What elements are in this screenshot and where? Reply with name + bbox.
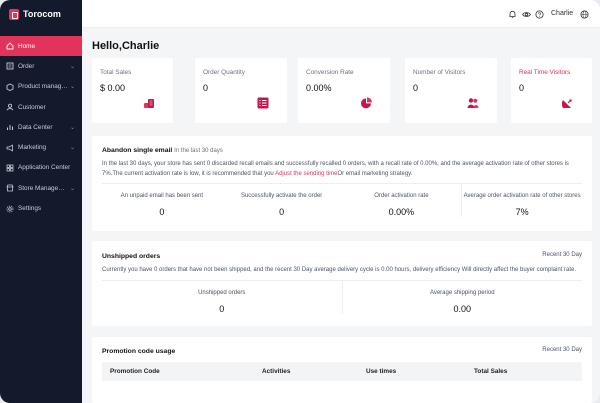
sidebar-item-label: Store Managem... (18, 184, 68, 192)
sidebar-item-label: Home (18, 42, 36, 50)
data-center-icon (6, 123, 14, 131)
home-icon (6, 42, 14, 50)
column-header-total-sales: Total Sales (474, 368, 508, 375)
satellite-icon (561, 97, 574, 109)
chevron-down-icon: ⌄ (70, 185, 76, 192)
sidebar-item-label: Customer (18, 103, 46, 111)
metric-average-activation-rate: Average order activation rate of other s… (461, 184, 582, 217)
sidebar-item-settings[interactable]: Settings (0, 198, 82, 218)
recent-period-label: Recent 30 Day (542, 252, 582, 258)
adjust-sending-time-link[interactable]: Adjust the sending time (275, 171, 337, 177)
metric-unshipped-orders: Unshipped orders 0 (198, 290, 246, 314)
sidebar-item-home[interactable]: Home (0, 36, 82, 57)
stat-value: 0 (519, 83, 525, 93)
promotion-code-section: Promotion code usage Recent 30 Day Promo… (92, 337, 592, 403)
sidebar-item-data-center[interactable]: Data Center ⌄ (0, 117, 82, 137)
abandon-email-section: Abandon single email In the last 30 days… (92, 136, 592, 231)
sidebar-menu: Home Order ⌄ Product manage... ⌄ Custome… (0, 36, 82, 219)
chevron-down-icon: ⌄ (70, 124, 76, 131)
help-icon[interactable] (535, 10, 544, 19)
stat-label: Real Time Visitors (519, 69, 571, 76)
metric-order-activation-rate: Order activation rate 0.00% (374, 193, 429, 217)
product-icon (6, 83, 14, 91)
settings-icon (6, 205, 14, 213)
list-icon (257, 97, 269, 109)
section-title: Abandon single email In the last 30 days (102, 147, 223, 154)
visitors-icon (467, 97, 479, 109)
sidebar: Torocom Home Order ⌄ Product manage... ⌄… (0, 0, 82, 403)
top-bar: Charlie (82, 0, 600, 28)
sidebar-item-store-management[interactable]: Store Managem... ⌄ (0, 178, 82, 198)
application-icon (6, 164, 14, 172)
section-subtitle: In the last 30 days (174, 148, 223, 154)
chevron-down-icon: ⌄ (70, 84, 76, 91)
metric-activated-orders: Successfully activate the order 0 (240, 193, 323, 217)
sidebar-item-application-center[interactable]: Application Center (0, 158, 82, 178)
stat-label: Order Quantity (203, 69, 245, 76)
stat-card-total-sales[interactable]: Total Sales $ 0.00 (92, 58, 173, 123)
order-icon (6, 62, 14, 70)
sidebar-item-label: Application Center (18, 164, 71, 172)
section-title: Promotion code usage (102, 348, 176, 355)
stat-label: Number of Visitors (413, 69, 466, 76)
user-name[interactable]: Charlie (551, 10, 573, 17)
brand-logo-icon (9, 8, 19, 20)
column-header-promotion-code: Promotion Code (110, 368, 160, 375)
metric-row: Unshipped orders 0 Average shipping peri… (102, 280, 582, 314)
stat-label: Total Sales (100, 69, 132, 76)
page-title: Hello,Charlie (92, 40, 160, 52)
marketing-icon (6, 144, 14, 152)
eye-icon[interactable] (522, 10, 531, 19)
stat-value: 0 (413, 83, 419, 93)
section-description: Currently you have 0 orders that have no… (102, 267, 577, 273)
globe-icon[interactable] (580, 10, 589, 19)
sidebar-item-label: Settings (18, 205, 42, 213)
sidebar-item-product-management[interactable]: Product manage... ⌄ (0, 77, 82, 97)
stat-value: 0.00% (306, 83, 332, 93)
unshipped-orders-section: Unshipped orders Recent 30 Day Currently… (92, 241, 592, 326)
sidebar-item-customer[interactable]: Customer (0, 97, 82, 117)
recent-period-label: Recent 30 Day (542, 347, 582, 353)
metric-unpaid-email-sent: An unpaid email has been sent 0 (120, 193, 204, 217)
bell-icon[interactable] (508, 10, 517, 19)
chevron-down-icon: ⌄ (70, 145, 76, 152)
brand-name: Torocom (23, 9, 61, 19)
customer-icon (6, 103, 14, 111)
stat-label: Conversion Rate (306, 69, 354, 76)
stat-value: $ 0.00 (100, 83, 126, 93)
metric-average-shipping-period: Average shipping period 0.00 (341, 281, 583, 314)
sidebar-item-label: Order (18, 62, 35, 70)
sidebar-item-label: Product manage... (18, 83, 68, 91)
store-icon (6, 184, 14, 192)
stat-card-order-quantity[interactable]: Order Quantity 0 (195, 58, 287, 123)
app-window: Torocom Home Order ⌄ Product manage... ⌄… (0, 0, 600, 403)
column-header-use-times: Use times (366, 368, 397, 375)
stat-value: 0 (203, 83, 209, 93)
sidebar-item-label: Data Center (18, 123, 53, 131)
stat-card-conversion-rate[interactable]: Conversion Rate 0.00% (298, 58, 390, 123)
sidebar-item-order[interactable]: Order ⌄ (0, 56, 82, 76)
table-header: Promotion Code Activities Use times Tota… (102, 362, 582, 381)
stat-card-number-of-visitors[interactable]: Number of Visitors 0 (405, 58, 497, 123)
sidebar-item-label: Marketing (18, 144, 47, 152)
brand[interactable]: Torocom (0, 0, 82, 28)
chevron-down-icon: ⌄ (70, 63, 76, 70)
metric-row: An unpaid email has been sent 0 Successf… (102, 183, 582, 217)
column-header-activities: Activities (262, 368, 291, 375)
coins-icon (143, 97, 155, 109)
section-title: Unshipped orders (102, 253, 161, 260)
stat-card-real-time-visitors[interactable]: Real Time Visitors 0 (511, 58, 592, 123)
pie-chart-icon (360, 97, 372, 109)
sidebar-item-marketing[interactable]: Marketing ⌄ (0, 137, 82, 157)
section-description: In the last 30 days, your store has sent… (102, 161, 569, 177)
